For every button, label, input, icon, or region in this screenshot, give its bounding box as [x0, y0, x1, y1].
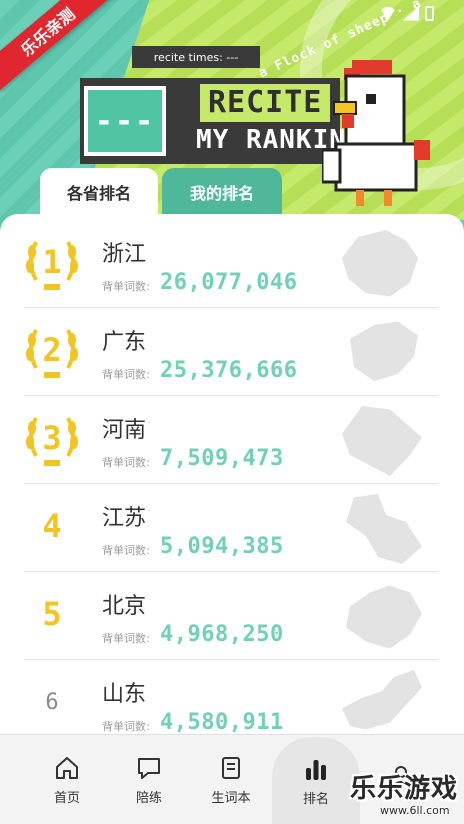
- words-count-value: 25,376,666: [160, 358, 298, 383]
- chicken-mascot-icon: [322, 60, 430, 206]
- battery-icon: [425, 6, 434, 21]
- words-count-label: 背单词数:: [102, 456, 150, 469]
- words-count-label: 背单词数:: [102, 544, 150, 557]
- province-map-icon: [350, 321, 418, 381]
- province-map-icon: [342, 406, 422, 476]
- rank-number: 2: [42, 331, 62, 369]
- rank-number: 5: [42, 595, 62, 633]
- nav-ranking[interactable]: 排名: [272, 737, 360, 824]
- words-count-value: 26,077,046: [160, 270, 298, 295]
- province-name: 河南: [102, 418, 147, 443]
- tab-province-ranking[interactable]: 各省排名: [40, 168, 158, 216]
- site-watermark: 乐乐游戏 www.6ll.com: [350, 768, 462, 824]
- rank-badge: 6: [24, 670, 80, 734]
- words-count-value: 7,509,473: [160, 446, 284, 471]
- nav-home-label: 首页: [53, 790, 80, 806]
- laurel-icon: 2: [24, 318, 80, 382]
- ranking-tabs: 各省排名 我的排名: [40, 168, 282, 216]
- rank-number: 4: [42, 507, 62, 545]
- tab-my-ranking[interactable]: 我的排名: [162, 168, 282, 216]
- words-count-value: 4,580,911: [160, 710, 284, 734]
- nav-vocabulary[interactable]: 生词本: [190, 735, 272, 824]
- nav-home[interactable]: 首页: [26, 735, 108, 824]
- recite-times-label: recite times: ---: [132, 46, 260, 68]
- list-item[interactable]: 3 河南 背单词数: 7,509,473: [24, 396, 438, 484]
- province-map-icon: [346, 494, 422, 564]
- words-count-value: 4,968,250: [160, 622, 284, 647]
- nav-vocabulary-label: 生词本: [211, 790, 251, 806]
- province-ranking-list: 1 浙江 背单词数: 26,077,046 2 广东 背单词数: 25,376,…: [0, 214, 464, 734]
- province-map-icon: [342, 670, 422, 730]
- wifi-icon: [379, 6, 397, 21]
- list-item[interactable]: 5 北京 背单词数: 4,968,250: [24, 572, 438, 660]
- province-name: 北京: [102, 594, 147, 619]
- watermark-url: www.6ll.com: [380, 804, 450, 817]
- words-count-label: 背单词数:: [102, 280, 150, 293]
- province-name: 山东: [102, 682, 147, 707]
- laurel-icon: 1: [24, 230, 80, 294]
- rank-number: 6: [45, 689, 59, 715]
- nav-practice-label: 陪练: [135, 790, 162, 806]
- rank-number: 1: [42, 243, 62, 281]
- rank-badge: 5: [24, 582, 80, 646]
- list-item[interactable]: 1 浙江 背单词数: 26,077,046: [24, 220, 438, 308]
- province-map-icon: [346, 585, 422, 649]
- notebook-icon: [218, 755, 244, 781]
- laurel-icon: 3: [24, 406, 80, 470]
- ranking-header: a Flock of sheep · a lion recite times: …: [0, 0, 464, 240]
- words-count-label: 背单词数:: [102, 368, 150, 381]
- bar-chart-icon: [303, 756, 329, 782]
- nav-ranking-label: 排名: [302, 791, 329, 807]
- province-map-icon: [342, 230, 418, 297]
- province-name: 江苏: [102, 506, 147, 531]
- rank-number: 3: [42, 419, 62, 457]
- home-icon: [54, 755, 80, 781]
- list-item[interactable]: 2 广东 背单词数: 25,376,666: [24, 308, 438, 396]
- list-item[interactable]: 4 江苏 背单词数: 5,094,385: [24, 484, 438, 572]
- watermark-title: 乐乐游戏: [350, 774, 459, 804]
- chat-icon: [136, 755, 162, 781]
- nav-practice[interactable]: 陪练: [108, 735, 190, 824]
- province-name: 广东: [102, 330, 147, 355]
- words-count-label: 背单词数:: [102, 720, 150, 733]
- rank-badge: 4: [24, 494, 80, 558]
- words-count-value: 5,094,385: [160, 534, 284, 559]
- list-item[interactable]: 6 山东 背单词数: 4,580,911: [24, 660, 438, 734]
- words-count-label: 背单词数:: [102, 632, 150, 645]
- my-rank-value: ---: [84, 86, 166, 156]
- province-name: 浙江: [102, 242, 147, 267]
- title-recite: RECITE: [200, 84, 331, 122]
- signal-icon: [403, 6, 419, 21]
